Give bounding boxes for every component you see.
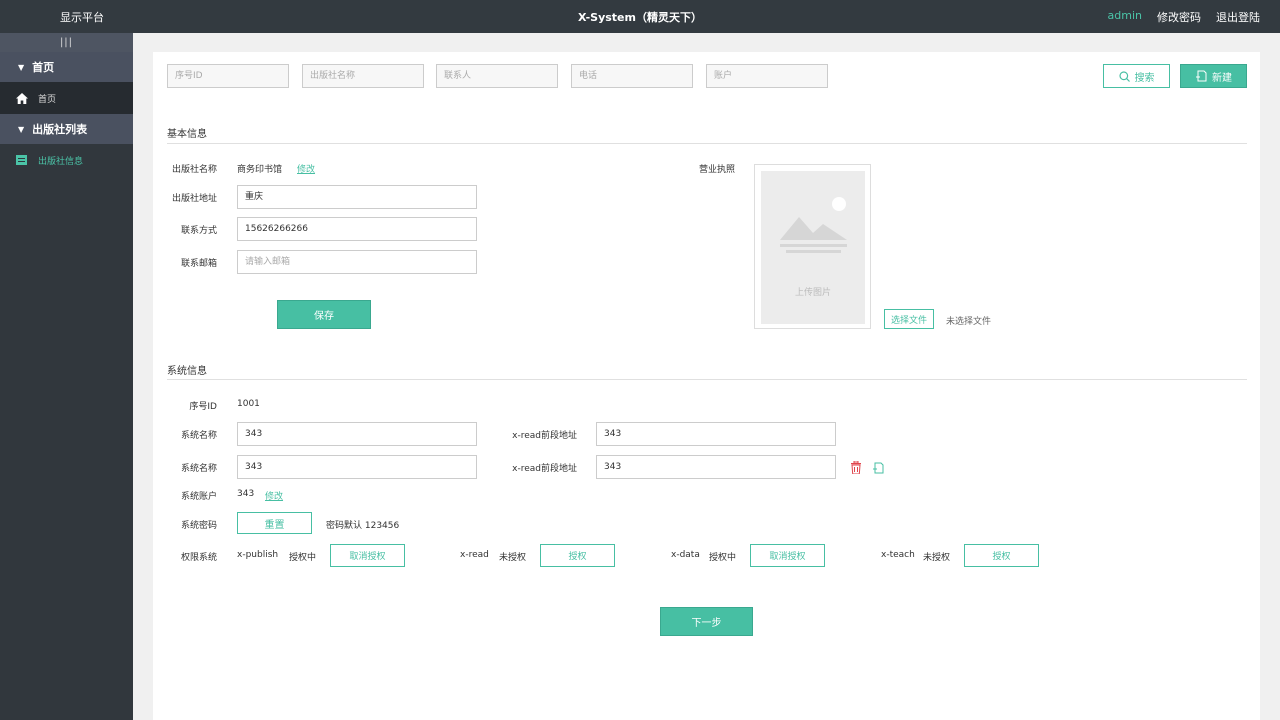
- system-name-field[interactable]: 343: [237, 455, 477, 479]
- new-button[interactable]: 新建: [1180, 64, 1247, 88]
- reset-password-button[interactable]: 重置: [237, 512, 312, 534]
- account-label: 系统账户: [180, 492, 217, 502]
- password-hint: 密码默认 123456: [326, 521, 400, 531]
- new-button-label: 新建: [1212, 72, 1232, 84]
- main-area: 序号ID 出版社名称 联系人 电话 账户 搜索 新建 基本信息 出版社名称 商务…: [133, 33, 1280, 720]
- revoke-xpublish-button[interactable]: 取消授权: [330, 544, 405, 567]
- system-name-field[interactable]: 343: [237, 422, 477, 446]
- url-label: x-read前段地址: [512, 431, 577, 441]
- sidebar-collapse-toggle[interactable]: |||: [0, 33, 133, 52]
- sidebar-group-home[interactable]: ▼ 首页: [0, 52, 133, 82]
- system-info-title: 系统信息: [167, 366, 207, 377]
- sidebar-item-home[interactable]: 首页: [0, 82, 133, 114]
- search-button-label: 搜索: [1134, 72, 1155, 84]
- search-button[interactable]: 搜索: [1103, 64, 1170, 88]
- home-icon: [16, 92, 30, 104]
- permission-status: 未授权: [499, 553, 527, 563]
- choose-file-button[interactable]: 选择文件: [884, 309, 934, 329]
- license-upload-box[interactable]: 上传图片: [754, 164, 871, 329]
- top-bar: 显示平台 X-System（精灵天下） admin 修改密码 退出登陆: [0, 0, 1280, 33]
- upload-label: 上传图片: [794, 288, 831, 298]
- permission-status: 授权中: [289, 553, 317, 563]
- phone-field[interactable]: 15626266266: [237, 217, 477, 241]
- edit-account-link[interactable]: 修改: [265, 489, 283, 502]
- search-publisher-name-input[interactable]: 出版社名称: [302, 64, 424, 88]
- sidebar-item-publisher-info[interactable]: 出版社信息: [0, 144, 133, 176]
- username-link[interactable]: admin: [1108, 9, 1142, 25]
- content-panel: 基本信息 出版社名称 商务印书馆 修改 出版社地址 重庆 联系方式 156262…: [153, 111, 1260, 720]
- permission-name: x-teach: [881, 550, 915, 560]
- divider: [167, 379, 1247, 380]
- sidebar-group-label: 出版社列表: [32, 123, 88, 136]
- permission-name: x-data: [671, 550, 700, 560]
- change-password-link[interactable]: 修改密码: [1157, 9, 1201, 25]
- url-field[interactable]: 343: [596, 455, 836, 479]
- permission-status: 授权中: [709, 553, 737, 563]
- permissions-label: 权限系统: [180, 553, 217, 563]
- caret-down-icon: ▼: [18, 62, 25, 72]
- sidebar: ||| ▼ 首页 首页 ▼ 出版社列表 出版社信息: [0, 33, 133, 720]
- account-value: 343: [237, 489, 255, 499]
- image-icon: [780, 197, 847, 253]
- email-label: 联系邮箱: [180, 259, 217, 269]
- search-id-input[interactable]: 序号ID: [167, 64, 289, 88]
- license-label: 营业执照: [698, 165, 735, 175]
- publisher-name-value: 商务印书馆: [237, 165, 283, 175]
- search-phone-input[interactable]: 电话: [571, 64, 693, 88]
- list-icon: [16, 155, 30, 165]
- email-field[interactable]: 请输入邮箱: [237, 250, 477, 274]
- logout-link[interactable]: 退出登陆: [1216, 9, 1260, 25]
- password-label: 系统密码: [180, 521, 217, 531]
- search-bar: 序号ID 出版社名称 联系人 电话 账户 搜索 新建: [153, 52, 1260, 118]
- url-field[interactable]: 343: [596, 422, 836, 446]
- sidebar-item-label: 出版社信息: [38, 156, 84, 167]
- search-icon: [1118, 70, 1130, 82]
- divider: [167, 143, 1247, 144]
- top-right-menu: admin 修改密码 退出登陆: [1108, 9, 1260, 25]
- publisher-name-label: 出版社名称: [171, 165, 217, 175]
- grant-xread-button[interactable]: 授权: [540, 544, 615, 567]
- sidebar-group-publishers[interactable]: ▼ 出版社列表: [0, 114, 133, 144]
- search-contact-input[interactable]: 联系人: [436, 64, 558, 88]
- revoke-xdata-button[interactable]: 取消授权: [750, 544, 825, 567]
- system-name-label: 系统名称: [180, 464, 217, 474]
- sidebar-group-label: 首页: [32, 61, 55, 74]
- id-label: 序号ID: [189, 402, 217, 412]
- grant-xteach-button[interactable]: 授权: [964, 544, 1039, 567]
- search-account-input[interactable]: 账户: [706, 64, 828, 88]
- url-label: x-read前段地址: [512, 464, 577, 474]
- contact-label: 联系方式: [180, 226, 217, 236]
- id-value: 1001: [237, 399, 260, 409]
- edit-name-link[interactable]: 修改: [297, 162, 315, 175]
- save-button[interactable]: 保存: [277, 300, 371, 329]
- address-field[interactable]: 重庆: [237, 185, 477, 209]
- sidebar-item-label: 首页: [38, 94, 57, 105]
- no-file-text: 未选择文件: [946, 317, 992, 327]
- basic-info-title: 基本信息: [167, 129, 207, 140]
- permission-name: x-publish: [237, 550, 279, 560]
- permission-name: x-read: [460, 550, 489, 560]
- publisher-address-label: 出版社地址: [171, 194, 217, 204]
- next-step-button[interactable]: 下一步: [660, 607, 753, 636]
- system-title: X-System（精灵天下）: [578, 11, 702, 24]
- trash-icon[interactable]: [850, 461, 862, 474]
- caret-down-icon: ▼: [18, 124, 25, 134]
- upload-placeholder: 上传图片: [761, 171, 865, 324]
- system-name-label: 系统名称: [180, 431, 217, 441]
- add-row-icon[interactable]: [872, 462, 884, 474]
- new-document-icon: [1196, 70, 1207, 82]
- permission-status: 未授权: [923, 553, 951, 563]
